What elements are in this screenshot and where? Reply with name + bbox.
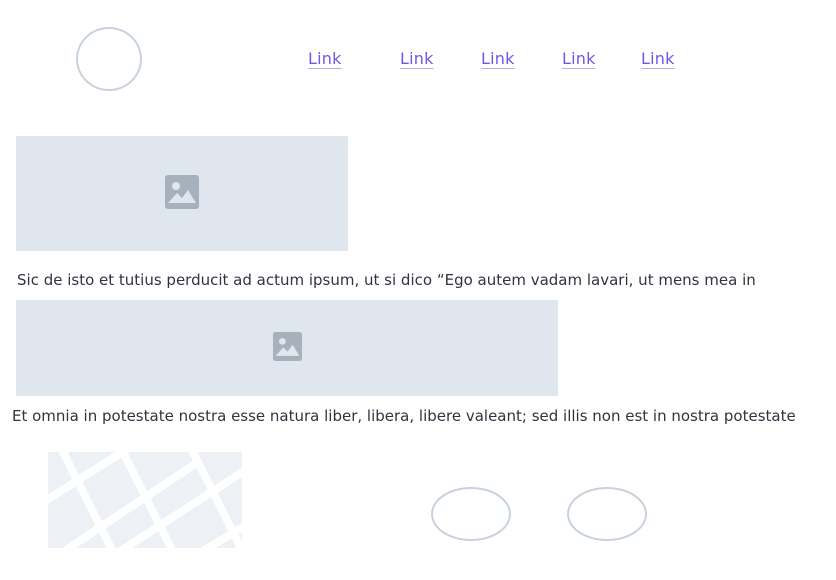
paragraph-2: Et omnia in potestate nostra esse natura… [12, 407, 796, 425]
image-icon [272, 331, 302, 365]
map-placeholder[interactable] [48, 452, 242, 548]
paragraph-1: Sic de isto et tutius perducit ad actum … [17, 271, 756, 289]
logo-placeholder[interactable] [76, 27, 142, 91]
image-placeholder-1 [16, 136, 348, 251]
nav-link-5[interactable]: Link [641, 49, 675, 68]
nav-link-1[interactable]: Link [308, 49, 342, 68]
nav-link-4[interactable]: Link [562, 49, 596, 68]
oval-button-1[interactable] [431, 487, 511, 541]
nav-link-2[interactable]: Link [400, 49, 434, 68]
oval-button-2[interactable] [567, 487, 647, 541]
nav-link-3[interactable]: Link [481, 49, 515, 68]
image-placeholder-2 [16, 300, 558, 396]
image-icon [165, 174, 199, 213]
